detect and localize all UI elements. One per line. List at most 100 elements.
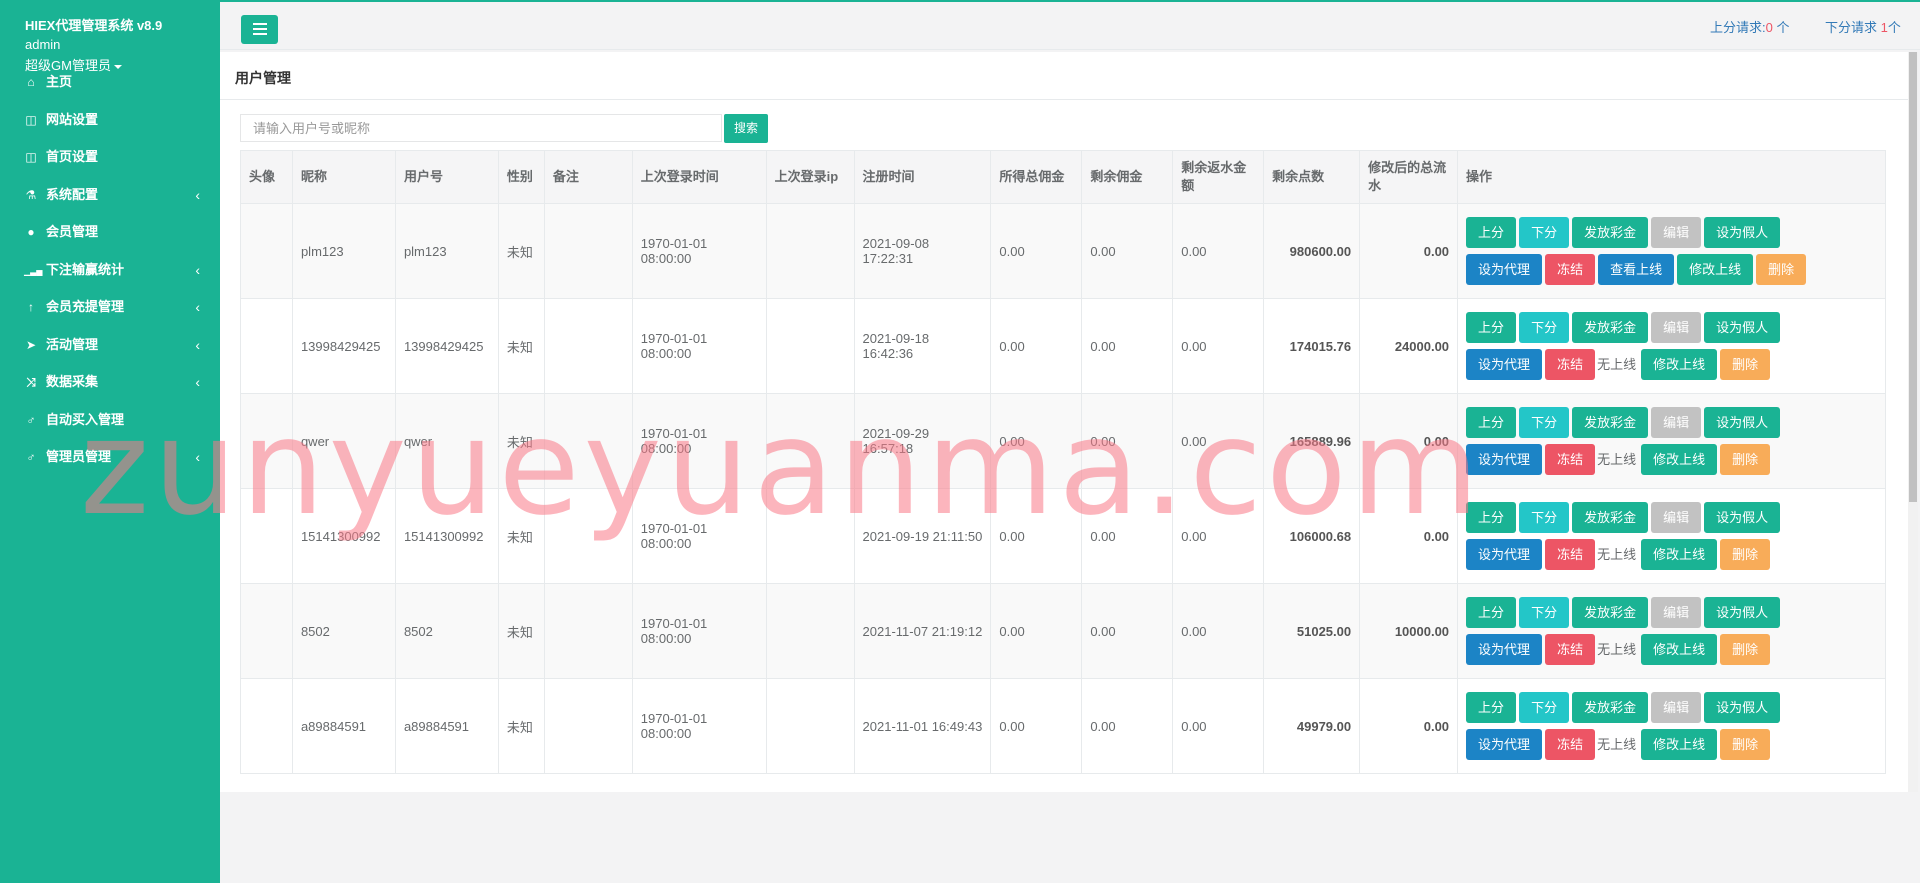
avatar-cell: [240, 298, 293, 394]
column-header: 剩余返水金额: [1172, 150, 1265, 204]
set-fake-button[interactable]: 设为假人: [1704, 692, 1781, 723]
set-agent-button[interactable]: 设为代理: [1466, 539, 1543, 570]
nickname-cell: qwer: [291, 393, 396, 489]
table-row: plm123 plm123 未知 1970-01-01 08:00:00 2021-09…: [240, 203, 1886, 299]
edit-button[interactable]: 编辑: [1651, 407, 1702, 438]
set-fake-button[interactable]: 设为假人: [1704, 312, 1781, 343]
set-fake-button[interactable]: 设为假人: [1704, 597, 1781, 628]
last-ip-cell: [765, 678, 855, 774]
down-request-link[interactable]: 下分请求 1个: [1825, 17, 1901, 36]
set-agent-button[interactable]: 设为代理: [1466, 349, 1543, 380]
freeze-button[interactable]: 冻结: [1545, 444, 1596, 475]
remaining-commission-cell: 0.00: [1081, 393, 1174, 489]
gender-cell: 未知: [497, 678, 545, 774]
deduct-points-button[interactable]: 下分: [1519, 217, 1570, 248]
add-points-button[interactable]: 上分: [1466, 692, 1517, 723]
modify-upline-button[interactable]: 修改上线: [1641, 729, 1718, 760]
delete-button[interactable]: 删除: [1720, 349, 1771, 380]
scrollbar-thumb[interactable]: [1909, 52, 1917, 502]
freeze-button[interactable]: 冻结: [1545, 634, 1596, 665]
remaining-commission-cell: 0.00: [1081, 203, 1174, 299]
delete-button[interactable]: 删除: [1720, 729, 1771, 760]
menu-toggle-button[interactable]: [241, 15, 278, 44]
actions-cell: 上分 下分 发放彩金 编辑 设为假人 设为代理 冻结 无上线 修改上线 删除: [1457, 488, 1886, 584]
table-row: qwer qwer 未知 1970-01-01 08:00:00 2021-09-29 …: [240, 393, 1886, 489]
up-request-count: 0: [1765, 20, 1773, 35]
nickname-cell: plm123: [291, 203, 396, 299]
freeze-button[interactable]: 冻结: [1545, 539, 1596, 570]
search-button[interactable]: 搜索: [724, 114, 768, 143]
modify-upline-button[interactable]: 修改上线: [1641, 444, 1718, 475]
edit-button[interactable]: 编辑: [1651, 692, 1702, 723]
add-points-button[interactable]: 上分: [1466, 217, 1517, 248]
set-fake-button[interactable]: 设为假人: [1704, 407, 1781, 438]
deduct-points-button[interactable]: 下分: [1519, 312, 1570, 343]
issue-bonus-button[interactable]: 发放彩金: [1572, 597, 1649, 628]
delete-button[interactable]: 删除: [1720, 634, 1771, 665]
deduct-points-button[interactable]: 下分: [1519, 597, 1570, 628]
sidebar-item-3[interactable]: ⚗ 系统配置 ‹: [0, 180, 220, 210]
set-agent-button[interactable]: 设为代理: [1466, 729, 1543, 760]
rebate-cell: 0.00: [1172, 678, 1265, 774]
actions-cell: 上分 下分 发放彩金 编辑 设为假人 设为代理 冻结 无上线 修改上线 删除: [1457, 393, 1886, 489]
down-request-label: 下分请求: [1825, 20, 1881, 35]
modify-upline-button[interactable]: 修改上线: [1641, 634, 1718, 665]
paper-plane-icon: ➤: [25, 338, 37, 352]
add-points-button[interactable]: 上分: [1466, 502, 1517, 533]
modify-upline-button[interactable]: 修改上线: [1677, 254, 1754, 285]
table-header-row: 头像 昵称 用户号 性别 备注 上次登录时间 上次登录ip 注册时间 所得总佣金 剩余佣金 剩余返水…: [240, 150, 1886, 204]
search-input[interactable]: [240, 114, 722, 142]
add-points-button[interactable]: 上分: [1466, 597, 1517, 628]
sidebar-item-5[interactable]: ▁▃▅ 下注输赢统计 ‹: [0, 255, 220, 285]
edit-button[interactable]: 编辑: [1651, 502, 1702, 533]
sidebar-item-0[interactable]: ⌂ 主页: [0, 67, 220, 97]
edit-button[interactable]: 编辑: [1651, 217, 1702, 248]
sidebar-item-1[interactable]: ◫ 网站设置: [0, 105, 220, 135]
issue-bonus-button[interactable]: 发放彩金: [1572, 312, 1649, 343]
uid-cell: qwer: [394, 393, 499, 489]
note-cell: [543, 488, 633, 584]
sidebar-item-8[interactable]: ⤨ 数据采集 ‹: [0, 367, 220, 397]
delete-button[interactable]: 删除: [1756, 254, 1807, 285]
edit-button[interactable]: 编辑: [1651, 312, 1702, 343]
set-agent-button[interactable]: 设为代理: [1466, 444, 1543, 475]
sidebar-item-7[interactable]: ➤ 活动管理 ‹: [0, 330, 220, 360]
sidebar-item-2[interactable]: ◫ 首页设置: [0, 142, 220, 172]
issue-bonus-button[interactable]: 发放彩金: [1572, 502, 1649, 533]
top-navbar: 上分请求:0 个 下分请求 1个: [220, 0, 1920, 50]
no-upline-text: 无上线: [1597, 737, 1637, 752]
down-request-count: 1: [1880, 20, 1888, 35]
deduct-points-button[interactable]: 下分: [1519, 692, 1570, 723]
random-icon: ⤨: [26, 375, 36, 389]
view-upline-button[interactable]: 查看上线: [1598, 254, 1675, 285]
add-points-button[interactable]: 上分: [1466, 312, 1517, 343]
up-request-link[interactable]: 上分请求:0 个: [1710, 17, 1789, 36]
deduct-points-button[interactable]: 下分: [1519, 502, 1570, 533]
sidebar-item-label: 系统配置: [46, 187, 99, 202]
set-agent-button[interactable]: 设为代理: [1466, 254, 1543, 285]
sidebar-item-4[interactable]: ● 会员管理: [0, 217, 220, 247]
issue-bonus-button[interactable]: 发放彩金: [1572, 217, 1649, 248]
freeze-button[interactable]: 冻结: [1545, 349, 1596, 380]
modify-upline-button[interactable]: 修改上线: [1641, 539, 1718, 570]
delete-button[interactable]: 删除: [1720, 444, 1771, 475]
issue-bonus-button[interactable]: 发放彩金: [1572, 407, 1649, 438]
sidebar-item-9[interactable]: ♂ 自动买入管理: [0, 405, 220, 435]
rebate-cell: 0.00: [1172, 488, 1265, 584]
freeze-button[interactable]: 冻结: [1545, 729, 1596, 760]
edit-button[interactable]: 编辑: [1651, 597, 1702, 628]
sidebar-item-6[interactable]: ↑ 会员充提管理 ‹: [0, 292, 220, 322]
issue-bonus-button[interactable]: 发放彩金: [1572, 692, 1649, 723]
column-header: 所得总佣金: [990, 150, 1083, 204]
deduct-points-button[interactable]: 下分: [1519, 407, 1570, 438]
sidebar-item-10[interactable]: ♂ 管理员管理 ‹: [0, 442, 220, 472]
delete-button[interactable]: 删除: [1720, 539, 1771, 570]
nickname-cell: 8502: [291, 583, 396, 679]
set-agent-button[interactable]: 设为代理: [1466, 634, 1543, 665]
actions-row-2: 设为代理 冻结 无上线 修改上线 删除: [1466, 631, 1877, 668]
freeze-button[interactable]: 冻结: [1545, 254, 1596, 285]
modify-upline-button[interactable]: 修改上线: [1641, 349, 1718, 380]
add-points-button[interactable]: 上分: [1466, 407, 1517, 438]
set-fake-button[interactable]: 设为假人: [1704, 217, 1781, 248]
set-fake-button[interactable]: 设为假人: [1704, 502, 1781, 533]
